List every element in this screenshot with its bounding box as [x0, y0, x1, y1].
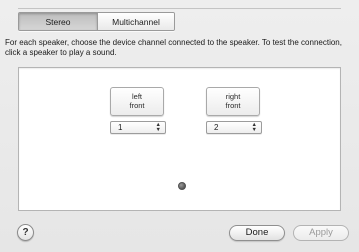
- left-channel-value: 1: [118, 123, 123, 132]
- left-front-speaker-button[interactable]: left front: [110, 87, 164, 116]
- arrow-down-icon: ▼: [155, 126, 161, 133]
- arrow-down-icon: ▼: [251, 126, 257, 133]
- tab-multichannel[interactable]: Multichannel: [97, 13, 174, 30]
- done-button[interactable]: Done: [229, 225, 285, 241]
- right-channel-select[interactable]: 2 ▲ ▼: [206, 121, 262, 134]
- left-speaker-label-line2: front: [129, 100, 145, 110]
- stepper-arrows-icon: ▲ ▼: [155, 122, 161, 133]
- left-channel-select[interactable]: 1 ▲ ▼: [110, 121, 166, 134]
- right-front-speaker-button[interactable]: right front: [206, 87, 260, 116]
- speaker-layout-panel: left front 1 ▲ ▼ right front 2 ▲ ▼: [18, 67, 341, 211]
- stepper-arrows-icon: ▲ ▼: [251, 122, 257, 133]
- layout-tab-control: Stereo Multichannel: [18, 12, 175, 31]
- instructions-text: For each speaker, choose the device chan…: [5, 38, 342, 57]
- speaker-setup-window: Stereo Multichannel For each speaker, ch…: [0, 0, 359, 252]
- tab-stereo[interactable]: Stereo: [19, 13, 97, 30]
- apply-button[interactable]: Apply: [293, 225, 349, 241]
- top-divider: [18, 8, 341, 9]
- right-channel-value: 2: [214, 123, 219, 132]
- listener-position-icon: [178, 182, 186, 190]
- right-speaker-label-line2: front: [225, 100, 241, 110]
- help-button[interactable]: ?: [17, 224, 34, 241]
